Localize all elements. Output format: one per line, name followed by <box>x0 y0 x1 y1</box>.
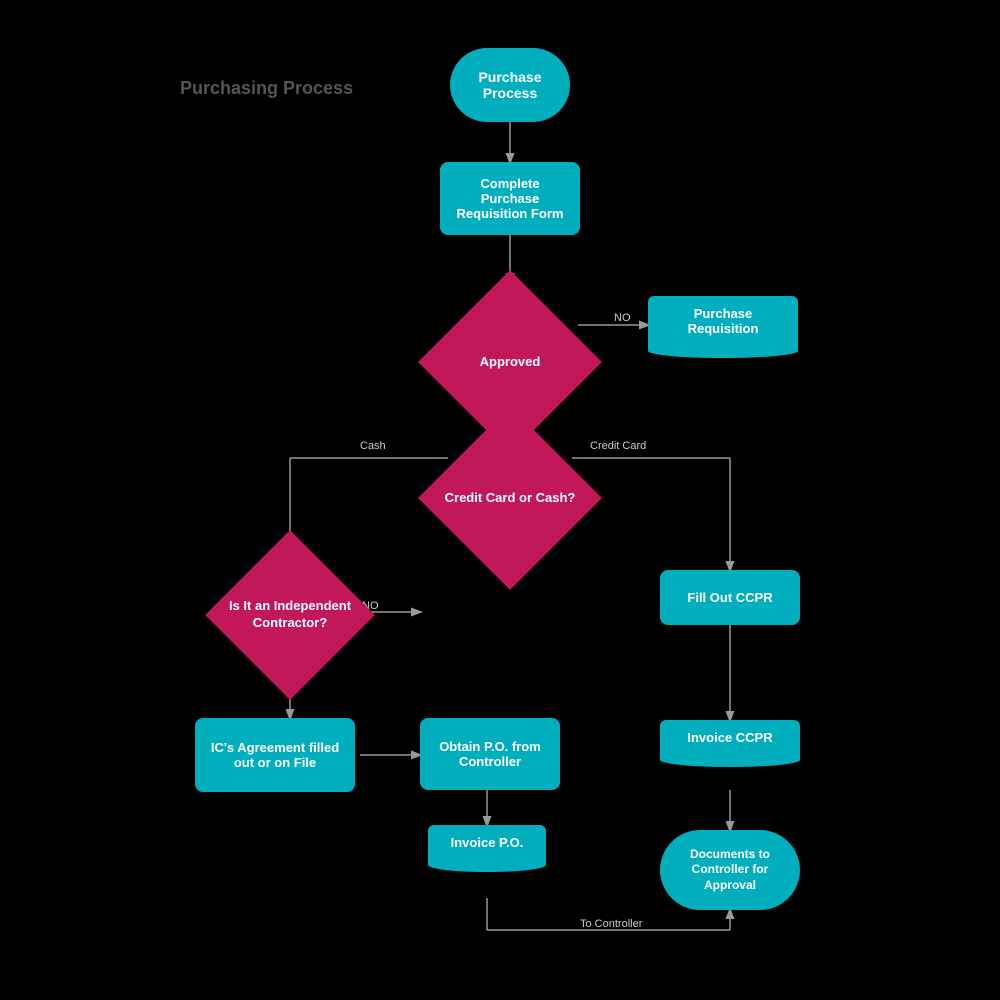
purchase-requisition-node: Purchase Requisition <box>648 296 798 346</box>
fill-ccpr-node: Fill Out CCPR <box>660 570 800 625</box>
credit-card-label: Credit Card <box>590 440 646 452</box>
to-controller-label: To Controller <box>580 918 642 930</box>
credit-card-cash-diamond: Credit Card or Cash? <box>432 420 588 576</box>
cash-label: Cash <box>360 440 386 452</box>
complete-form-node: Complete Purchase Requisition Form <box>440 162 580 235</box>
invoice-ccpr-node: Invoice CCPR <box>660 720 800 755</box>
invoice-po-node: Invoice P.O. <box>428 825 546 860</box>
diagram-title: Purchasing Process <box>180 78 353 99</box>
start-node: Purchase Process <box>450 48 570 122</box>
obtain-po-node: Obtain P.O. from Controller <box>420 718 560 790</box>
docs-controller-node: Documents to Controller for Approval <box>660 830 800 910</box>
ic-agreement-node: IC's Agreement filled out or on File <box>195 718 355 792</box>
no-label-approved: NO <box>614 312 631 324</box>
independent-contractor-diamond: Is It an Independent Contractor? <box>220 545 360 685</box>
